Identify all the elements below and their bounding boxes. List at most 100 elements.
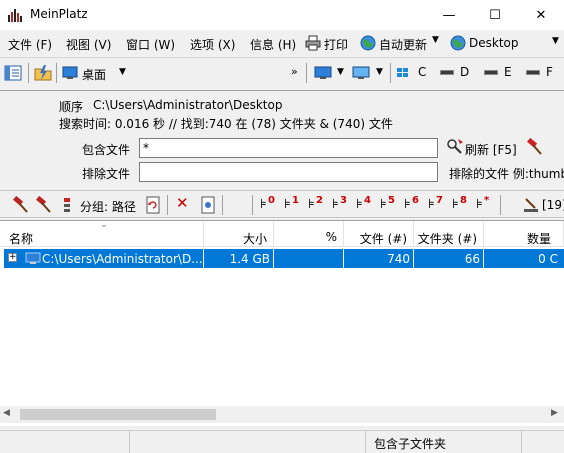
scroll-right-icon[interactable]: ▶ bbox=[551, 408, 558, 418]
location-dropdown[interactable]: 桌面 ▼ bbox=[62, 63, 132, 83]
chevron-down-icon[interactable]: ▼ bbox=[337, 67, 344, 77]
row-files: 740 bbox=[344, 249, 414, 268]
column-header-count[interactable]: 数量 bbox=[484, 221, 564, 247]
drive-label: F bbox=[546, 65, 553, 79]
exclude-example: 排除的文件 例:thumbs.db bbox=[449, 167, 564, 181]
filter-icon-6[interactable]: ⊧ 6 bbox=[404, 195, 424, 214]
bar-level-icon: ⊧ bbox=[332, 197, 339, 212]
document-refresh-icon[interactable] bbox=[145, 196, 161, 214]
double-chevron-down-icon[interactable]: » bbox=[291, 65, 298, 78]
hammer-icon[interactable] bbox=[35, 196, 53, 214]
globe-icon bbox=[450, 35, 466, 51]
row-folders: 66 bbox=[414, 249, 484, 268]
sort-chevron-icon: ⌄ bbox=[100, 221, 108, 230]
status-include-subfolders: 包含子文件夹 bbox=[366, 431, 522, 453]
print-button[interactable]: 打印 bbox=[305, 33, 355, 53]
group-by-dropdown[interactable]: 分组: 路径 bbox=[80, 198, 136, 215]
results-list: 名称 ⌄ 大小 % 文件 (#) 文件夹 (#) 数量 + C:\Users\A… bbox=[0, 220, 564, 426]
filter-icon-1[interactable]: ⊧ 1 bbox=[284, 195, 304, 214]
drive-button-d[interactable]: D bbox=[440, 65, 476, 81]
drive-button-c[interactable]: C bbox=[396, 65, 432, 81]
status-bar: 包含子文件夹 bbox=[0, 430, 564, 453]
status-segment bbox=[130, 431, 366, 453]
filter-level-label: 2 bbox=[316, 195, 323, 206]
monitor-icon[interactable] bbox=[352, 66, 370, 80]
drive-label: E bbox=[504, 65, 512, 79]
navigation-toolbar: 桌面 ▼ » ▼ ▼ C D E F bbox=[0, 57, 564, 87]
column-header-name[interactable]: 名称 ⌄ bbox=[0, 221, 204, 247]
maximize-button[interactable]: ☐ bbox=[472, 0, 518, 30]
scroll-left-icon[interactable]: ◀ bbox=[3, 408, 10, 418]
app-icon bbox=[8, 9, 22, 22]
menu-view[interactable]: 视图 (V) bbox=[66, 36, 111, 53]
exclude-field[interactable] bbox=[139, 162, 438, 182]
bar-level-icon: ⊧ bbox=[404, 197, 411, 212]
refresh-button[interactable]: 刷新 [F5] bbox=[465, 141, 517, 158]
auto-update-button[interactable]: 自动更新 ▼ bbox=[360, 33, 442, 53]
menu-options[interactable]: 选项 (X) bbox=[190, 36, 235, 53]
separator bbox=[167, 195, 168, 215]
filter-icon-8[interactable]: ⊧ 8 bbox=[452, 195, 472, 214]
filter-icon-7[interactable]: ⊧ 7 bbox=[428, 195, 448, 214]
status-segment bbox=[0, 431, 130, 453]
menu-file[interactable]: 文件 (F) bbox=[8, 36, 52, 53]
filter-icon-4[interactable]: ⊧ 4 bbox=[356, 195, 376, 214]
expand-icon[interactable]: + bbox=[8, 253, 17, 262]
filter-icon-all[interactable]: ⊧ * bbox=[476, 195, 496, 214]
column-label: 名称 bbox=[9, 232, 34, 246]
panel-icon[interactable] bbox=[4, 65, 22, 81]
hammer-icon[interactable] bbox=[12, 196, 30, 214]
row-count: 0 C bbox=[538, 252, 558, 266]
hammer-icon[interactable] bbox=[526, 138, 544, 156]
drive-label: C bbox=[418, 65, 427, 79]
column-header-size[interactable]: 大小 bbox=[204, 221, 274, 247]
info-panel: 顺序 C:\Users\Administrator\Desktop 搜索时间: … bbox=[0, 90, 564, 186]
column-header-files[interactable]: 文件 (#) bbox=[344, 221, 414, 247]
auto-update-label: 自动更新 bbox=[379, 38, 428, 52]
action-toolbar: 分组: 路径 ✕ ⊧ 0 ⊧ 1 ⊧ 2 ⊧ 3 ⊧ 4 ⊧ 5 ⊧ 6 ⊧ 7 bbox=[0, 190, 564, 218]
chevron-down-icon[interactable]: ▼ bbox=[552, 36, 559, 46]
desktop-button[interactable]: Desktop bbox=[450, 33, 530, 53]
desktop-label: Desktop bbox=[469, 36, 519, 50]
filter-icon-2[interactable]: ⊧ 2 bbox=[308, 195, 328, 214]
filter-icon-5[interactable]: ⊧ 5 bbox=[380, 195, 400, 214]
minimize-button[interactable]: — bbox=[426, 0, 472, 30]
location-label: 桌面 bbox=[82, 68, 107, 82]
column-header-folders[interactable]: 文件夹 (#) bbox=[414, 221, 484, 247]
monitor-icon bbox=[62, 66, 78, 79]
filter-level-label: 7 bbox=[436, 195, 443, 206]
include-field[interactable]: * bbox=[139, 138, 438, 158]
horizontal-scrollbar[interactable]: ◀ ▶ bbox=[0, 406, 564, 423]
refresh-icon[interactable] bbox=[446, 138, 464, 156]
close-icon: ✕ bbox=[535, 7, 547, 23]
table-row[interactable]: + C:\Users\Administrator\D... 1.4 GB 740… bbox=[4, 249, 564, 268]
drive-label: D bbox=[460, 65, 470, 79]
menu-info[interactable]: 信息 (H) bbox=[250, 36, 296, 53]
drive-button-f[interactable]: F bbox=[526, 65, 562, 81]
separator bbox=[252, 195, 253, 215]
folder-lightning-icon[interactable] bbox=[34, 64, 52, 82]
count-badge: [19] bbox=[542, 198, 564, 212]
filter-icon-0[interactable]: ⊧ 0 bbox=[260, 195, 280, 214]
bar-level-icon: ⊧ bbox=[284, 197, 291, 212]
filter-level-label: 3 bbox=[340, 195, 347, 206]
chevron-down-icon[interactable]: ▼ bbox=[376, 67, 383, 77]
filter-icon-3[interactable]: ⊧ 3 bbox=[332, 195, 352, 214]
bar-level-icon: ⊧ bbox=[428, 197, 435, 212]
menu-window[interactable]: 窗口 (W) bbox=[126, 36, 175, 53]
filter-level-label: * bbox=[484, 195, 490, 206]
monitor-icon[interactable] bbox=[314, 66, 332, 80]
filter-level-label: 5 bbox=[388, 195, 395, 206]
filter-level-label: 4 bbox=[364, 195, 371, 206]
brush-icon[interactable] bbox=[522, 196, 540, 214]
delete-icon[interactable]: ✕ bbox=[176, 194, 189, 212]
scrollbar-thumb[interactable] bbox=[20, 409, 216, 420]
column-header-percent[interactable]: % bbox=[274, 221, 344, 247]
row-size: 1.4 GB bbox=[204, 249, 274, 268]
search-summary: 搜索时间: 0.016 秒 // 找到:740 在 (78) 文件夹 & (74… bbox=[59, 117, 393, 131]
drive-button-e[interactable]: E bbox=[484, 65, 520, 81]
drive-icon bbox=[484, 70, 498, 75]
document-settings-icon[interactable] bbox=[200, 196, 216, 214]
close-button[interactable]: ✕ bbox=[518, 0, 564, 30]
print-label: 打印 bbox=[324, 38, 349, 52]
